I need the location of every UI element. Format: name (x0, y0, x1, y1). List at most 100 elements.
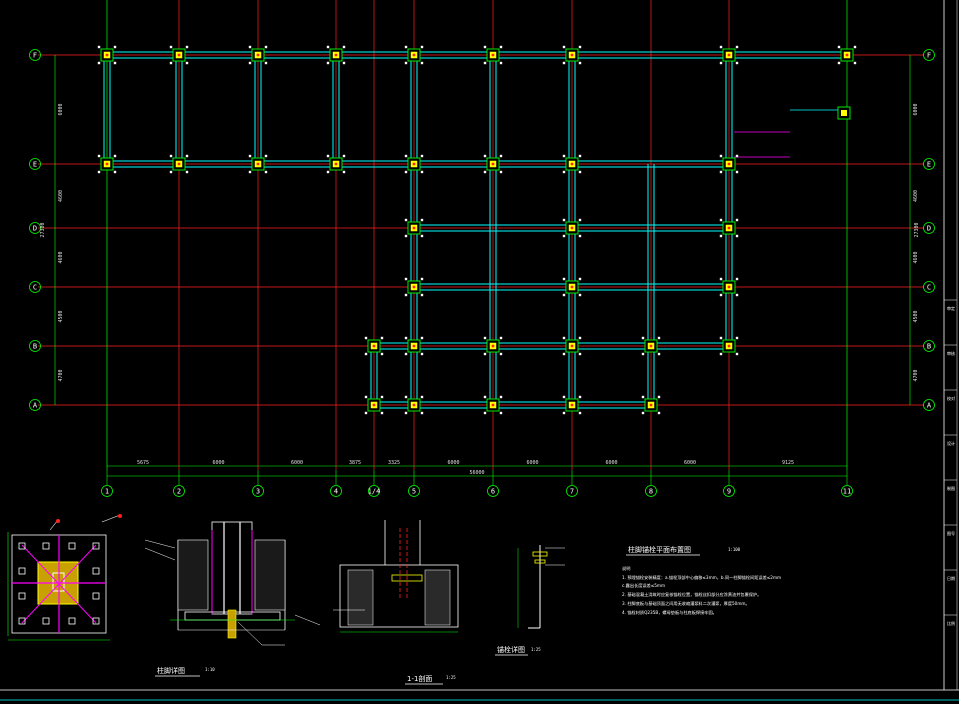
anchor-bolt (264, 61, 268, 65)
anchor-bolt (483, 45, 487, 49)
column-base (727, 285, 731, 289)
anchor-bolt (248, 154, 252, 158)
column-base (177, 162, 181, 166)
note-line: 4. 锚栓材质Q235B，螺母垫板与柱底板焊接牢固。 (622, 609, 717, 616)
anchor-bolt (562, 234, 566, 238)
column-base (491, 162, 495, 166)
dimension-total: 27300 (914, 222, 920, 237)
anchor-bolt (380, 336, 384, 340)
col-axis-label: 4 (334, 488, 338, 496)
anchor-bolt (499, 395, 503, 399)
column-base (570, 162, 574, 166)
anchor-bolt (483, 411, 487, 415)
col-axis-label: 1/4 (368, 488, 381, 496)
row-axis-label: F (33, 52, 37, 60)
anchor-bolt (404, 336, 408, 340)
anchor-bolt (326, 170, 330, 174)
anchor-bolt (735, 336, 739, 340)
dimension-value: 6000 (684, 460, 696, 466)
col-axis-label: 1 (105, 488, 109, 496)
anchor-bolt (837, 45, 841, 49)
column-base (334, 162, 338, 166)
anchor-bolt (837, 61, 841, 65)
row-axis-label: E (927, 161, 931, 169)
dimension-value: 4600 (58, 251, 64, 263)
anchor-bolt (499, 154, 503, 158)
anchor-bolt (97, 61, 101, 65)
anchor-bolt (853, 61, 857, 65)
anchor-bolt (97, 154, 101, 158)
anchor-bolt (719, 234, 723, 238)
col-axis-label: 5 (412, 488, 416, 496)
anchor-bolt (562, 411, 566, 415)
anchor-bolt (404, 154, 408, 158)
note-line: c.露出长度误差≤5mm (622, 582, 665, 589)
anchor-bolt (641, 411, 645, 415)
dimension-value: 6000 (526, 460, 538, 466)
column-base (570, 226, 574, 230)
notes-label: 说明 (622, 565, 630, 572)
anchor-bolt (657, 336, 661, 340)
anchor-bolt (113, 45, 117, 49)
notes-heading-scale: 1:100 (728, 547, 741, 552)
title-block-cell: 校对 (947, 395, 955, 401)
anchor-bolt (97, 45, 101, 49)
note-line: 3. 柱脚底板与基础顶面之间用无收缩灌浆料二次灌浆，厚度50mm。 (622, 600, 750, 607)
anchor-bolt (342, 154, 346, 158)
dimension-value: 4700 (913, 369, 919, 381)
section-1-1-detail (333, 520, 459, 633)
dimension-value: 4600 (913, 251, 919, 263)
anchor-bolt (248, 170, 252, 174)
anchor-bolt (483, 154, 487, 158)
column-base (372, 344, 376, 348)
title-block (0, 0, 959, 701)
title-block-cell: 制图 (947, 485, 955, 491)
anchor-bolt (380, 411, 384, 415)
col-axis-label: 3 (256, 488, 260, 496)
row-axis-label: C (927, 284, 931, 292)
anchor-bolt (562, 277, 566, 281)
anchor-bolt (719, 218, 723, 222)
anchor-bolt (264, 170, 268, 174)
anchor-bolt (719, 61, 723, 65)
anchor-bolt (853, 45, 857, 49)
column-base (412, 53, 416, 57)
anchor-bolt-detail (517, 545, 565, 629)
anchor-bolt (113, 170, 117, 174)
anchor-bolt (735, 154, 739, 158)
section-title: 1-1剖面 (407, 674, 432, 683)
anchor-bolt (248, 45, 252, 49)
anchor-bolt (169, 61, 173, 65)
anchor-bolt (404, 61, 408, 65)
notes-heading: 柱脚锚栓平面布置图 (628, 545, 691, 554)
anchor-bolt (264, 45, 268, 49)
dimension-total: 56000 (469, 470, 484, 476)
col-axis-label: 7 (570, 488, 574, 496)
anchor-bolt (364, 336, 368, 340)
anchor-bolt (499, 45, 503, 49)
dimension-value: 6000 (212, 460, 224, 466)
column-base (105, 53, 109, 57)
anchor-bolt (169, 170, 173, 174)
anchor-bolt (499, 61, 503, 65)
anchor-bolt (562, 293, 566, 297)
detail-a-scale: 1:10 (205, 667, 215, 672)
anchor-bolt (735, 61, 739, 65)
anchor-bolt (657, 411, 661, 415)
dimension-value: 6000 (913, 103, 919, 115)
column-base (841, 110, 847, 116)
anchor-bolt (735, 352, 739, 356)
anchor-bolt (499, 336, 503, 340)
column-base (570, 403, 574, 407)
anchor-bolt (735, 45, 739, 49)
column-base (727, 53, 731, 57)
anchor-bolt (326, 45, 330, 49)
anchor-bolt (641, 352, 645, 356)
anchor-bolt (578, 234, 582, 238)
title-block-cell: 日期 (947, 575, 955, 581)
anchor-bolt (420, 218, 424, 222)
title-block-cell: 图号 (947, 530, 955, 536)
anchor-bolt (562, 395, 566, 399)
anchor-bolt (169, 45, 173, 49)
col-axis-label: 6 (491, 488, 495, 496)
